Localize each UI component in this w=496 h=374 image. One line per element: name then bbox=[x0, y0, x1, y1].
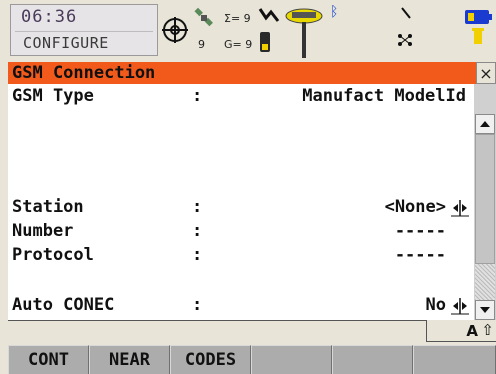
scroll-track[interactable] bbox=[475, 264, 495, 300]
close-icon: × bbox=[479, 63, 493, 83]
f4-button[interactable] bbox=[251, 345, 332, 374]
clock-panel: 06:36 CONFIGURE bbox=[10, 4, 158, 56]
dialog-content: GSM Type : Manufact ModelId Station : <N… bbox=[8, 84, 474, 320]
sigma-satellites: Σ= 9 bbox=[224, 12, 251, 25]
position-icon bbox=[162, 17, 188, 43]
dialog-title-bar: GSM Connection × bbox=[8, 62, 496, 84]
scroll-up-button[interactable] bbox=[475, 114, 495, 134]
battery-icon bbox=[465, 10, 492, 44]
auto-conec-label: Auto CONEC bbox=[12, 295, 115, 315]
number-colon: : bbox=[192, 221, 203, 241]
input-mode-indicator: A ⇧ bbox=[426, 320, 496, 342]
f5-button[interactable] bbox=[332, 345, 413, 374]
scroll-down-icon bbox=[480, 307, 490, 313]
station-colon: : bbox=[192, 197, 203, 217]
f2-near-button[interactable]: NEAR bbox=[89, 345, 170, 374]
f6-button[interactable] bbox=[413, 345, 496, 374]
caps-indicator: A bbox=[466, 322, 478, 340]
protocol-value: ----- bbox=[394, 245, 446, 265]
field-protocol[interactable]: Protocol : ----- bbox=[8, 244, 474, 268]
bluetooth-icon: ᛒ bbox=[330, 4, 339, 20]
phone-icon bbox=[260, 32, 270, 52]
scroll-up-icon bbox=[480, 121, 490, 127]
auto-conec-colon: : bbox=[192, 295, 203, 315]
field-auto-conec[interactable]: Auto CONEC : No bbox=[8, 294, 474, 318]
function-key-bar: CONT NEAR CODES bbox=[0, 342, 496, 374]
protocol-colon: : bbox=[192, 245, 203, 265]
shift-icon: ⇧ bbox=[481, 321, 494, 339]
signal-icon bbox=[258, 8, 280, 22]
protocol-label: Protocol bbox=[12, 245, 94, 265]
network-icon bbox=[398, 34, 412, 46]
auto-conec-choice-arrows-icon[interactable] bbox=[450, 297, 470, 315]
arrow-icon bbox=[401, 7, 411, 19]
field-number[interactable]: Number : ----- bbox=[8, 220, 474, 244]
scroll-down-button[interactable] bbox=[475, 300, 495, 320]
gsm-type-label: GSM Type bbox=[12, 86, 94, 106]
auto-conec-value: No bbox=[425, 295, 446, 315]
station-value: <None> bbox=[384, 197, 446, 217]
satellite-count: 9 bbox=[198, 38, 205, 51]
f3-codes-button[interactable]: CODES bbox=[170, 345, 251, 374]
number-value: ----- bbox=[394, 221, 446, 241]
indicator-divider bbox=[8, 320, 426, 321]
status-bar: 06:36 CONFIGURE 9 Σ= 9 G= 9 ᛒ bbox=[0, 0, 496, 62]
vertical-scrollbar[interactable] bbox=[474, 84, 496, 320]
dialog-title: GSM Connection bbox=[12, 63, 156, 83]
station-label: Station bbox=[12, 197, 84, 217]
f1-cont-button[interactable]: CONT bbox=[8, 345, 89, 374]
gsm-type-colon: : bbox=[192, 86, 203, 106]
close-button[interactable]: × bbox=[476, 62, 496, 84]
gps-satellites: G= 9 bbox=[224, 38, 253, 51]
scroll-thumb[interactable] bbox=[475, 134, 495, 264]
satellite-icon bbox=[194, 7, 213, 27]
mode-label: CONFIGURE bbox=[23, 34, 109, 52]
clock-time: 06:36 bbox=[21, 7, 78, 27]
station-choice-arrows-icon[interactable] bbox=[450, 199, 470, 217]
antenna-icon bbox=[285, 8, 323, 58]
number-label: Number bbox=[12, 221, 74, 241]
field-station[interactable]: Station : <None> bbox=[8, 196, 474, 220]
field-gsm-type[interactable]: GSM Type : Manufact ModelId bbox=[8, 85, 474, 109]
gsm-type-value: Manufact ModelId bbox=[302, 86, 466, 106]
